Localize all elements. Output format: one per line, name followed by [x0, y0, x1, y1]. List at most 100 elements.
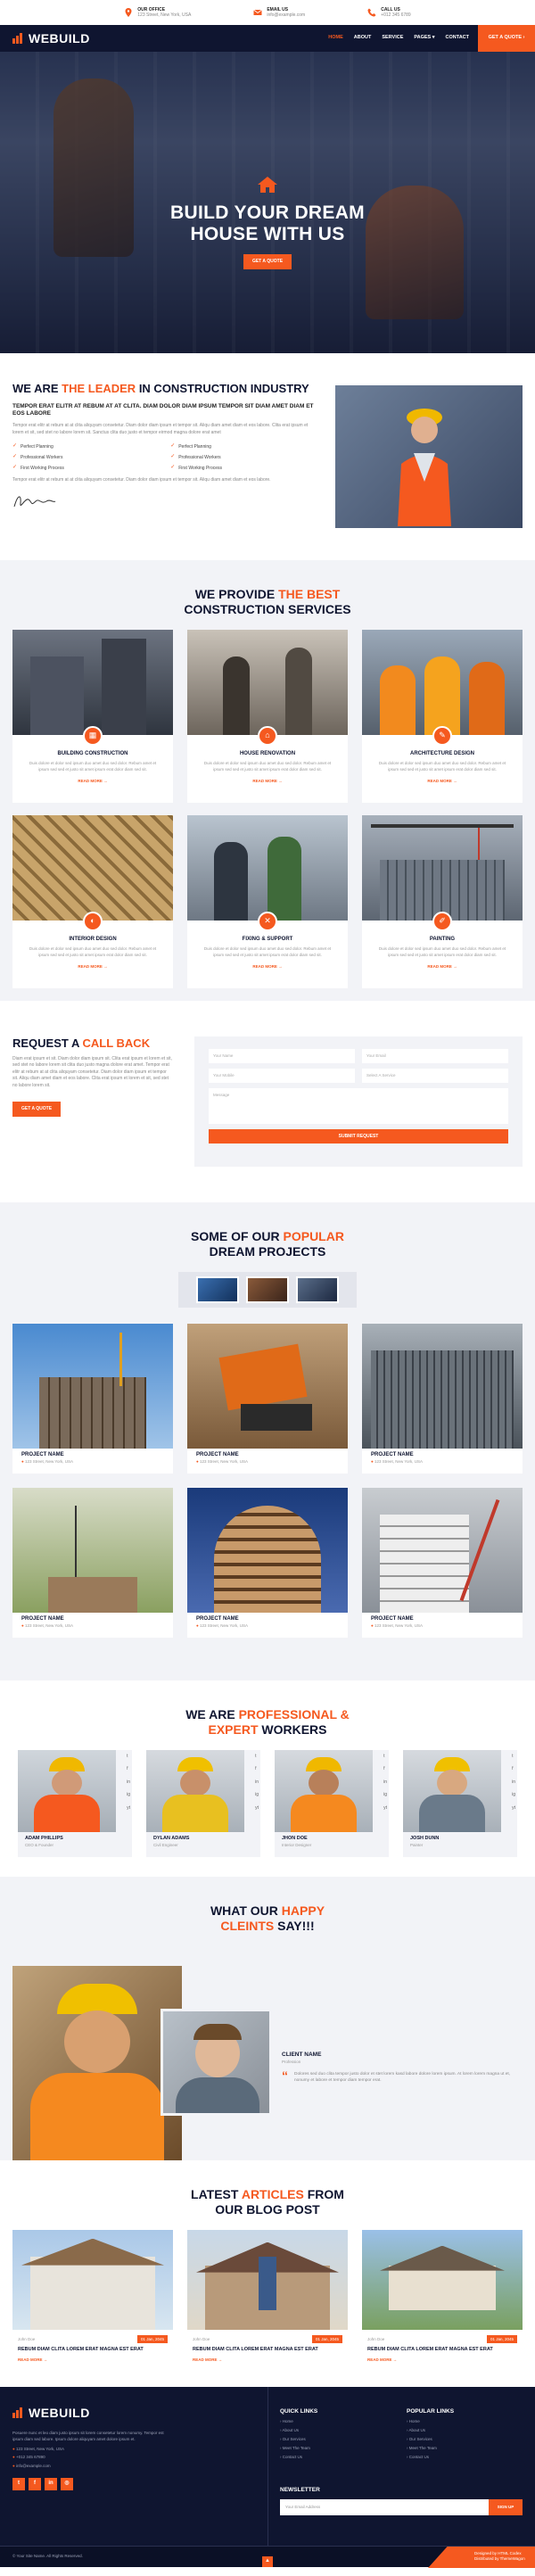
instagram-icon[interactable]: ig: [127, 1792, 130, 1798]
email-input[interactable]: Your Email: [362, 1049, 508, 1063]
phone-text[interactable]: +012 345 6789: [381, 12, 411, 19]
linkedin-icon[interactable]: in: [127, 1779, 130, 1786]
instagram-icon[interactable]: ◎: [61, 2478, 73, 2491]
read-more-link[interactable]: READ MORE →: [12, 779, 173, 784]
filter-thumb-2[interactable]: [246, 1276, 289, 1303]
linkedin-icon[interactable]: in: [383, 1779, 387, 1786]
popular-link[interactable]: › Our Services: [407, 2437, 454, 2442]
worker-card: t f in ig yt DYLAN ADAMS Civil Engineer: [146, 1749, 260, 1857]
twitter-icon[interactable]: t: [127, 1754, 130, 1760]
blog-post-title[interactable]: REBUM DIAM CLITA LOREM ERAT MAGNA EST ER…: [187, 2345, 348, 2355]
twitter-icon[interactable]: t: [12, 2478, 25, 2491]
read-more-link[interactable]: READ MORE →: [187, 779, 348, 784]
project-card[interactable]: PROJECT NAME ● 123 Street, New York, USA: [187, 1323, 348, 1474]
linkedin-icon[interactable]: in: [45, 2478, 57, 2491]
read-more-link[interactable]: READ MORE →: [362, 964, 523, 970]
client-role: Profession: [282, 2060, 301, 2064]
workers-title-c: EXPERT: [208, 1721, 259, 1737]
project-card[interactable]: PROJECT NAME ● 123 Street, New York, USA: [187, 1487, 348, 1638]
filter-thumb-1[interactable]: [196, 1276, 239, 1303]
menu-home[interactable]: HOME: [328, 35, 343, 41]
quick-link[interactable]: › Our Services: [280, 2437, 317, 2442]
project-card[interactable]: PROJECT NAME ● 123 Street, New York, USA: [12, 1323, 173, 1474]
facebook-icon[interactable]: f: [383, 1766, 387, 1772]
blog-card[interactable]: John Doe 01 Jan, 2045 REBUM DIAM CLITA LO…: [12, 2229, 173, 2365]
sign-up-button[interactable]: SIGN UP: [489, 2499, 523, 2515]
about-title-b: THE LEADER: [62, 382, 136, 395]
twitter-icon[interactable]: t: [255, 1754, 259, 1760]
email-info[interactable]: EMAIL US info@example.com: [253, 7, 305, 19]
popular-link[interactable]: › Home: [407, 2419, 454, 2424]
popular-link[interactable]: › Contact Us: [407, 2455, 454, 2460]
message-textarea[interactable]: Message: [209, 1088, 508, 1124]
popular-link[interactable]: › Meet The Team: [407, 2446, 454, 2451]
facebook-icon[interactable]: f: [512, 1766, 515, 1772]
get-quote-button[interactable]: GET A QUOTE ›: [478, 25, 535, 52]
house-icon: [258, 177, 277, 193]
menu-pages[interactable]: PAGES ▾: [414, 35, 434, 41]
project-card[interactable]: PROJECT NAME ● 123 Street, New York, USA: [362, 1323, 523, 1474]
read-more-link[interactable]: READ MORE →: [187, 964, 348, 970]
project-card[interactable]: PROJECT NAME ● 123 Street, New York, USA: [362, 1487, 523, 1638]
blog-read-more[interactable]: READ MORE →: [12, 2356, 173, 2365]
logo[interactable]: WEBUILD: [12, 30, 90, 46]
blog-read-more[interactable]: READ MORE →: [187, 2356, 348, 2365]
submit-request-button[interactable]: SUBMIT REQUEST: [209, 1129, 508, 1144]
filter-thumb-3[interactable]: [296, 1276, 339, 1303]
read-more-link[interactable]: READ MORE →: [362, 779, 523, 784]
popular-link[interactable]: › About Us: [407, 2428, 454, 2433]
service-card[interactable]: ✕ FIXING & SUPPORT Duis dolore et dolor …: [187, 814, 348, 988]
blog-post-title[interactable]: REBUM DIAM CLITA LOREM ERAT MAGNA EST ER…: [362, 2345, 523, 2355]
twitter-icon[interactable]: t: [512, 1754, 515, 1760]
instagram-icon[interactable]: ig: [255, 1792, 259, 1798]
check-icon: ✓: [170, 465, 176, 471]
blog-post-title[interactable]: REBUM DIAM CLITA LOREM ERAT MAGNA EST ER…: [12, 2345, 173, 2355]
service-card[interactable]: ✎ ARCHITECTURE DESIGN Duis dolore et dol…: [362, 629, 523, 803]
project-card[interactable]: PROJECT NAME ● 123 Street, New York, USA: [12, 1487, 173, 1638]
name-input[interactable]: Your Name: [209, 1049, 355, 1063]
callback-form: Your Name Your Email Your Mobile Select …: [194, 1036, 523, 1167]
footer-logo[interactable]: WEBUILD: [12, 2405, 253, 2421]
blog-card[interactable]: John Doe 01 Jan, 2045 REBUM DIAM CLITA LO…: [187, 2229, 348, 2365]
facebook-icon[interactable]: f: [29, 2478, 41, 2491]
blog-read-more[interactable]: READ MORE →: [362, 2356, 523, 2365]
youtube-icon[interactable]: yt: [383, 1805, 387, 1812]
quick-link[interactable]: › About Us: [280, 2428, 317, 2433]
mobile-input[interactable]: Your Mobile: [209, 1069, 355, 1083]
service-card[interactable]: ◐ INTERIOR DESIGN Duis dolore et dolor s…: [12, 814, 173, 988]
project-address-text: 123 Street, New York, USA: [199, 1623, 249, 1629]
youtube-icon[interactable]: yt: [255, 1805, 259, 1812]
menu-service[interactable]: SERVICE: [382, 35, 403, 41]
linkedin-icon[interactable]: in: [255, 1779, 259, 1786]
twitter-icon[interactable]: t: [383, 1754, 387, 1760]
service-card[interactable]: ▦ BUILDING CONSTRUCTION Duis dolore et d…: [12, 629, 173, 803]
menu-contact[interactable]: CONTACT: [446, 35, 469, 41]
blog-image: [362, 2229, 523, 2330]
hero-quote-button[interactable]: GET A QUOTE: [243, 254, 292, 269]
back-to-top-button[interactable]: ▲: [262, 2556, 273, 2567]
quick-link[interactable]: › Contact Us: [280, 2455, 317, 2460]
newsletter-email-input[interactable]: Your Email Address: [280, 2499, 489, 2515]
facebook-icon[interactable]: f: [127, 1766, 130, 1772]
callback-quote-button[interactable]: GET A QUOTE: [12, 1102, 62, 1117]
read-more-link[interactable]: READ MORE →: [12, 964, 173, 970]
map-pin-icon: ●: [371, 1623, 374, 1629]
distributed-by[interactable]: Distributed by ThemeWagon: [474, 2556, 535, 2562]
instagram-icon[interactable]: ig: [512, 1792, 515, 1798]
about-title: WE ARE THE LEADER IN CONSTRUCTION INDUST…: [12, 382, 319, 396]
menu-about[interactable]: ABOUT: [354, 35, 372, 41]
service-card[interactable]: ⌂ HOUSE RENOVATION Duis dolore et dolor …: [187, 629, 348, 803]
service-card[interactable]: ✐ PAINTING Duis dolore et dolor sed ipsu…: [362, 814, 523, 988]
instagram-icon[interactable]: ig: [383, 1792, 387, 1798]
youtube-icon[interactable]: yt: [127, 1805, 130, 1812]
blog-card[interactable]: John Doe 01 Jan, 2045 REBUM DIAM CLITA LO…: [362, 2229, 523, 2365]
youtube-icon[interactable]: yt: [512, 1805, 515, 1812]
service-select[interactable]: Select A Service: [362, 1069, 508, 1083]
quick-link[interactable]: › Home: [280, 2419, 317, 2424]
service-title: FIXING & SUPPORT: [242, 936, 293, 942]
quick-link[interactable]: › Meet The Team: [280, 2446, 317, 2451]
linkedin-icon[interactable]: in: [512, 1779, 515, 1786]
phone-info[interactable]: CALL US +012 345 6789: [367, 7, 411, 19]
facebook-icon[interactable]: f: [255, 1766, 259, 1772]
email-text[interactable]: info@example.com: [267, 12, 305, 19]
